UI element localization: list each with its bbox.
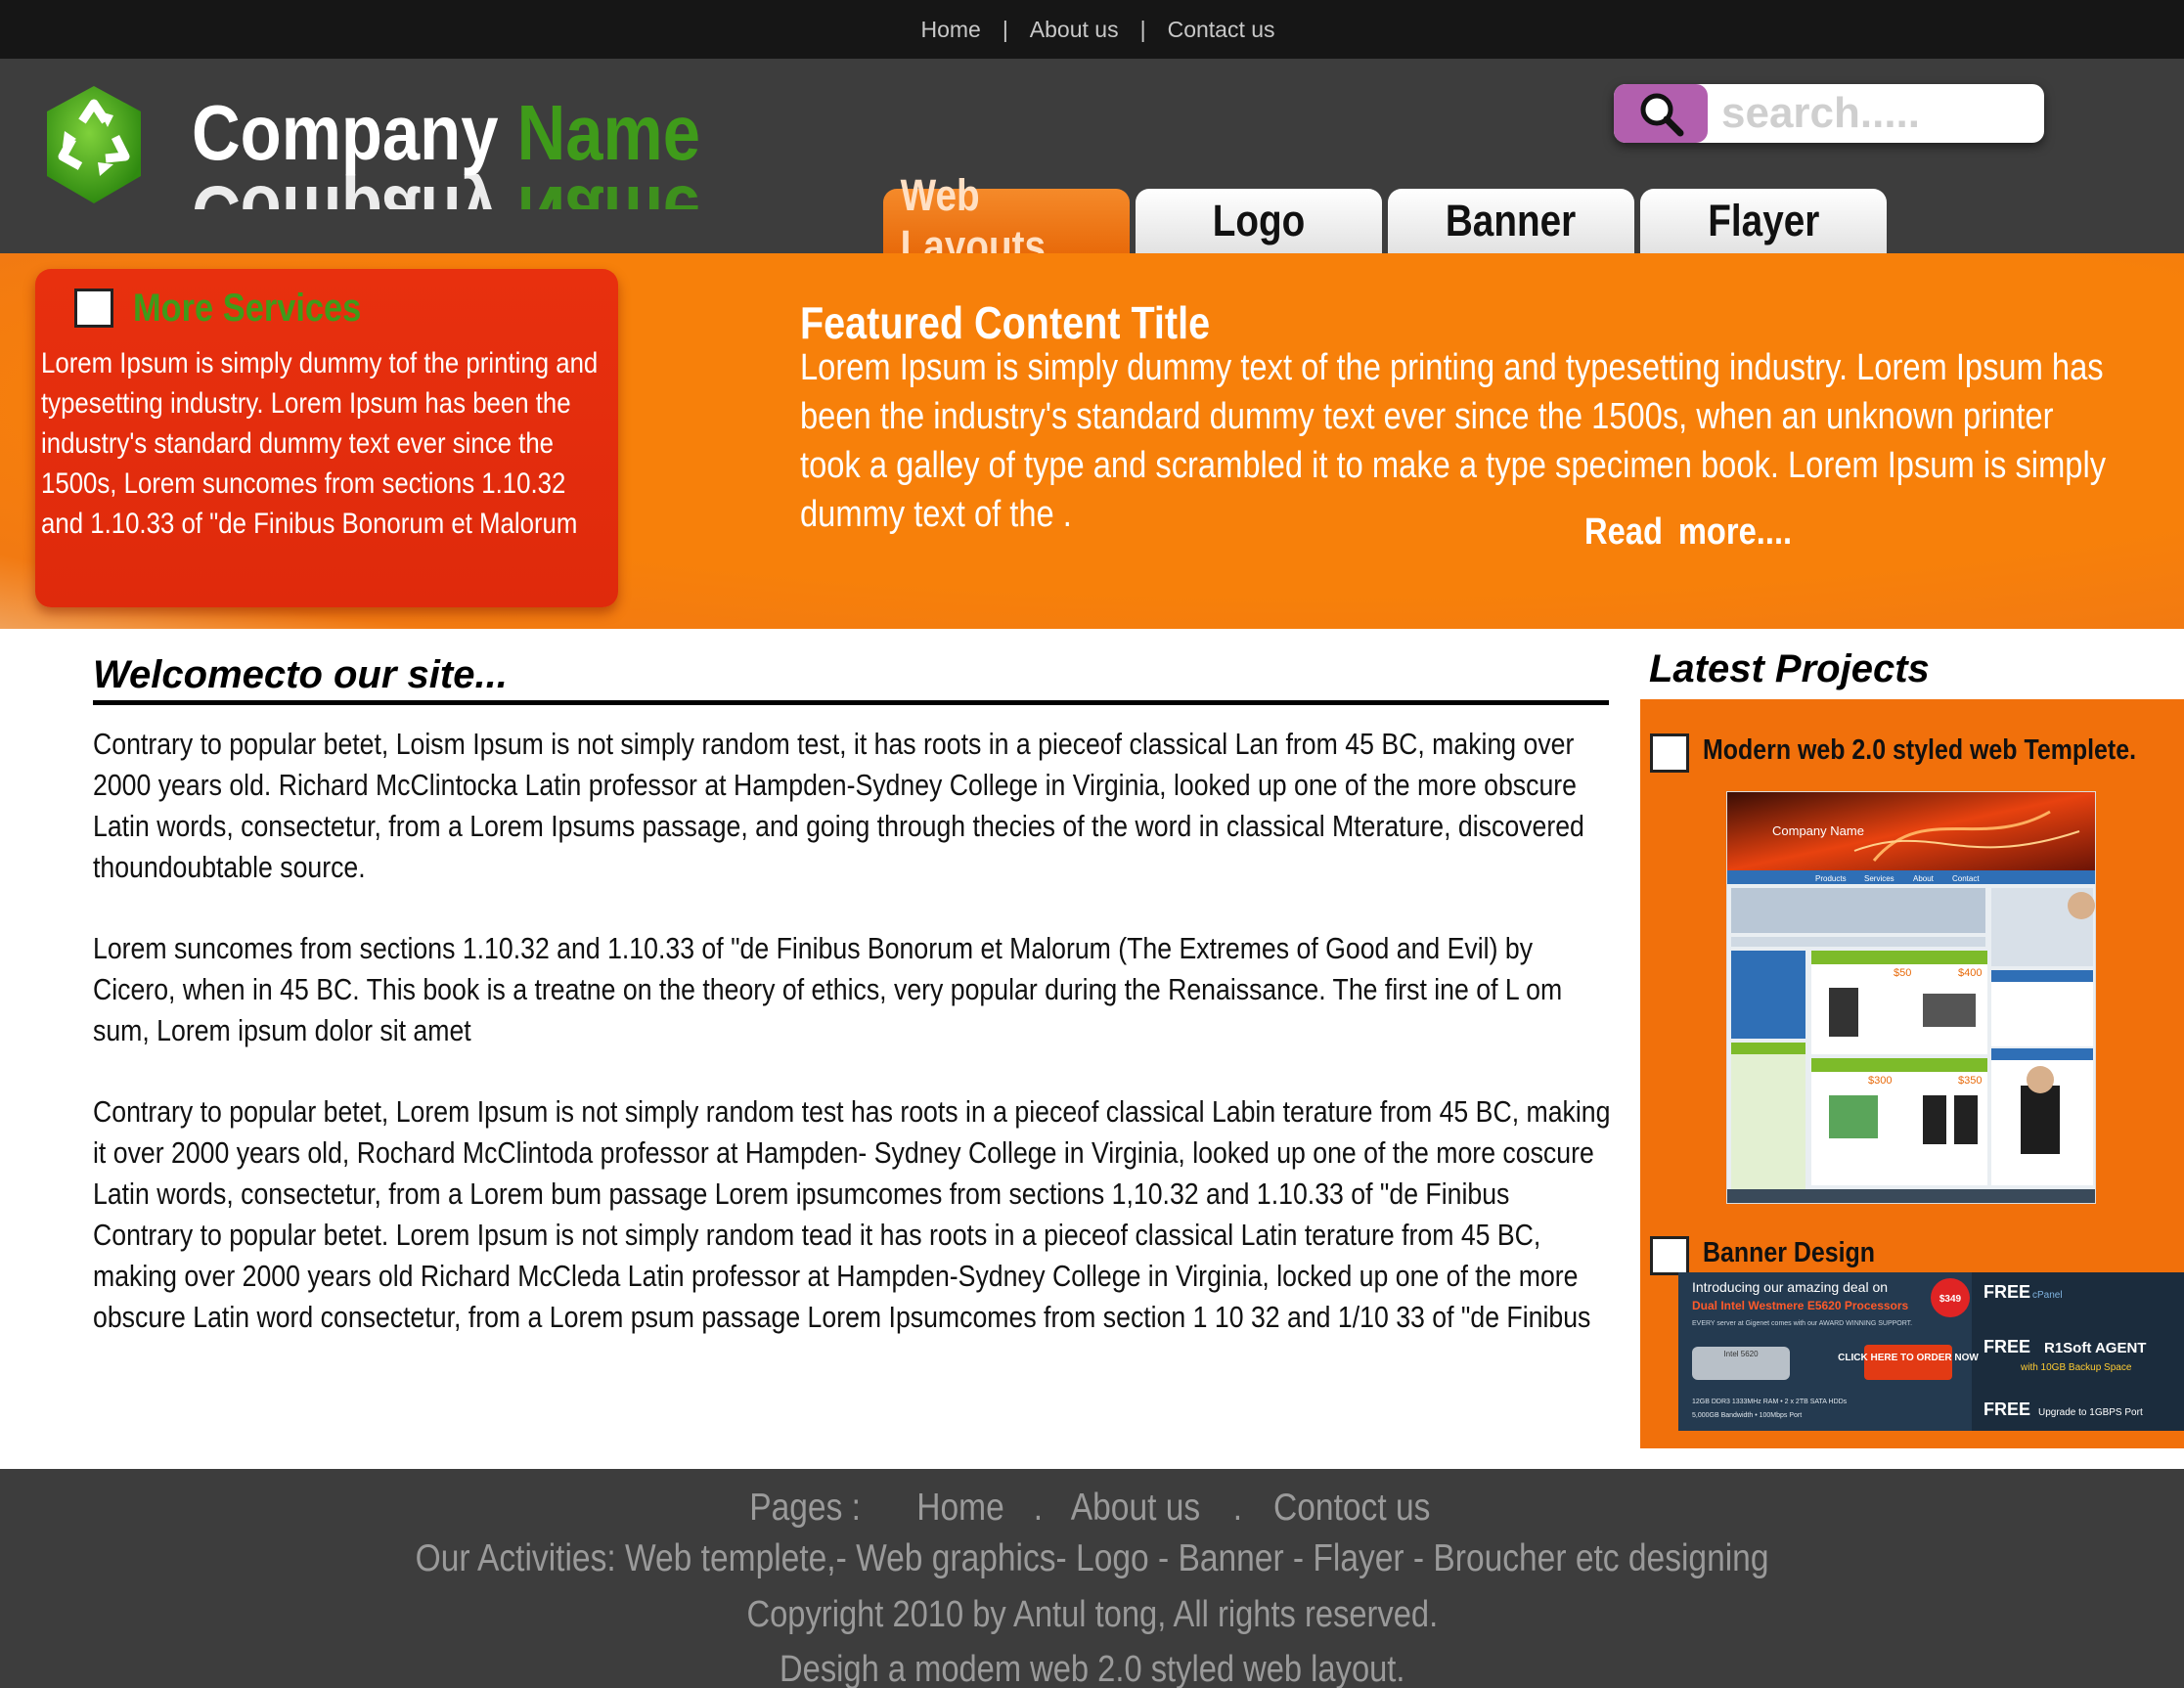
tab-label: Flayer xyxy=(1707,196,1820,245)
brand-word-name: Name xyxy=(516,89,700,176)
content-paragraph: Contrary to popular betet. Lorem Ipsum i… xyxy=(93,1218,1591,1334)
more-services-box: More Services Lorem Ipsum is simply dumm… xyxy=(35,269,618,607)
svg-text:Dual Intel Westmere E5620 Proc: Dual Intel Westmere E5620 Processors xyxy=(1692,1299,1909,1312)
top-nav-contact-link[interactable]: Contact us xyxy=(1168,17,1275,43)
heading-divider xyxy=(93,700,1609,705)
latest-projects-heading: Latest Projects xyxy=(1649,647,1930,690)
svg-text:EVERY server at Gigenet comes: EVERY server at Gigenet comes with our A… xyxy=(1692,1320,1912,1327)
svg-text:with 10GB Backup Space: with 10GB Backup Space xyxy=(2020,1362,2132,1373)
search-button[interactable] xyxy=(1614,84,1708,143)
featured-title: Featured Content Title xyxy=(800,297,1211,348)
recycle-icon[interactable] xyxy=(39,82,149,207)
project-title[interactable]: Banner Design xyxy=(1703,1237,1875,1269)
svg-text:$50: $50 xyxy=(1894,967,1911,979)
brand-reflection-company: Company xyxy=(192,174,498,209)
services-checkbox[interactable] xyxy=(74,289,113,328)
svg-text:CLICK HERE TO ORDER NOW: CLICK HERE TO ORDER NOW xyxy=(1838,1353,1979,1363)
svg-text:cPanel: cPanel xyxy=(2032,1290,2063,1301)
footer-pages-nav: Pages : Home . About us . Contoct us xyxy=(749,1487,1431,1529)
svg-text:5,000GB Bandwidth • 100Mbps Po: 5,000GB Bandwidth • 100Mbps Port xyxy=(1692,1412,1802,1419)
svg-text:FREE: FREE xyxy=(1983,1337,2030,1356)
category-tabs: Web Layouts Logo Banner Flayer xyxy=(883,170,1887,271)
svg-text:About: About xyxy=(1913,874,1935,883)
footer-contact-link[interactable]: Contoct us xyxy=(1273,1487,1430,1529)
search-box xyxy=(1614,84,2044,143)
svg-text:Intel 5620: Intel 5620 xyxy=(1723,1350,1759,1358)
top-nav-home-link[interactable]: Home xyxy=(920,17,980,43)
svg-text:R1Soft AGENT: R1Soft AGENT xyxy=(2044,1340,2146,1356)
header: Company Name Company Name Web Layouts Lo… xyxy=(0,59,2184,271)
company-name: Company Name xyxy=(192,94,700,172)
svg-text:$350: $350 xyxy=(1958,1075,1982,1087)
banner-preview-image: Introducing our amazing deal on Dual Int… xyxy=(1678,1272,2184,1431)
svg-text:Introducing our amazing deal o: Introducing our amazing deal on xyxy=(1692,1279,1888,1295)
svg-text:Services: Services xyxy=(1864,874,1894,883)
latest-projects-panel: Modern web 2.0 styled web Templete. Comp… xyxy=(1640,699,2184,1448)
tab-flayer[interactable]: Flayer xyxy=(1640,189,1887,253)
svg-text:$300: $300 xyxy=(1868,1075,1892,1087)
design-text: Desigh a modem web 2.0 styled web layout… xyxy=(779,1649,1405,1688)
project-title[interactable]: Modern web 2.0 styled web Templete. xyxy=(1703,734,2136,767)
footer-home-link[interactable]: Home xyxy=(916,1487,1003,1529)
svg-text:FREE: FREE xyxy=(1983,1399,2030,1419)
services-title: More Services xyxy=(133,287,362,330)
banner-thumbnail[interactable]: Introducing our amazing deal on Dual Int… xyxy=(1678,1272,2184,1431)
tab-banner[interactable]: Banner xyxy=(1388,189,1634,253)
svg-text:Upgrade to 1GBPS Port: Upgrade to 1GBPS Port xyxy=(2038,1407,2143,1418)
tab-web-layouts[interactable]: Web Layouts xyxy=(883,170,1130,271)
footer-design-note: Desigh a modem web 2.0 styled web layout… xyxy=(0,1649,2184,1688)
svg-text:$349: $349 xyxy=(1939,1294,1962,1305)
main-content: Contrary to popular betet, Loism Ipsum i… xyxy=(93,724,1616,1338)
svg-text:$400: $400 xyxy=(1958,967,1982,979)
tab-logo[interactable]: Logo xyxy=(1136,189,1382,253)
svg-text:Products: Products xyxy=(1815,874,1847,883)
svg-text:FREE: FREE xyxy=(1983,1282,2030,1302)
read-more-link[interactable]: Read more.... xyxy=(1584,511,1792,554)
featured-band: More Services Lorem Ipsum is simply dumm… xyxy=(0,253,2184,629)
footer-about-link[interactable]: About us xyxy=(1071,1487,1200,1529)
tab-label: Banner xyxy=(1446,196,1577,245)
thumb-brand: Company Name xyxy=(1772,823,1864,838)
company-name-reflection: Company Name xyxy=(192,174,798,209)
nav-separator: | xyxy=(1139,16,1146,42)
top-nav-about-link[interactable]: About us xyxy=(1030,17,1119,43)
svg-text:12GB DDR3 1333MHz RAM • 2 x 2T: 12GB DDR3 1333MHz RAM • 2 x 2TB SATA HDD… xyxy=(1692,1399,1848,1405)
content-paragraph: Contrary to popular betet, Lorem Ipsum i… xyxy=(93,1094,1611,1211)
footer: Pages : Home . About us . Contoct us Our… xyxy=(0,1469,2184,1688)
project-checkbox[interactable] xyxy=(1650,1236,1689,1275)
brand-word-company: Company xyxy=(192,89,499,176)
search-input[interactable] xyxy=(1721,90,2025,137)
template-preview-image: Company Name Products Services About Con… xyxy=(1727,792,2095,1203)
footer-activities: Our Activities: Web templete,- Web graph… xyxy=(0,1537,2184,1580)
magnifier-icon xyxy=(1640,93,1684,137)
brand-reflection-name: Name xyxy=(517,174,700,209)
svg-text:Contact: Contact xyxy=(1952,874,1980,883)
content-paragraph: Contrary to popular betet, Loism Ipsum i… xyxy=(93,727,1584,884)
nav-separator: | xyxy=(1002,16,1008,42)
services-text: Lorem Ipsum is simply dummy tof the prin… xyxy=(41,347,599,540)
featured-text: Lorem Ipsum is simply dummy text of the … xyxy=(800,347,2107,535)
activities-text: Our Activities: Web templete,- Web graph… xyxy=(415,1537,1769,1579)
web-template-thumbnail[interactable]: Company Name Products Services About Con… xyxy=(1726,791,2096,1204)
footer-copyright: Copyright 2010 by Antul tong, All rights… xyxy=(0,1594,2184,1636)
welcome-heading: Welcomecto our site... xyxy=(93,653,508,696)
tab-label: Logo xyxy=(1212,196,1306,245)
footer-pages-label: Pages : xyxy=(749,1487,862,1529)
top-nav: Home | About us | Contact us xyxy=(0,0,2184,59)
project-checkbox[interactable] xyxy=(1650,733,1689,773)
copyright-text: Copyright 2010 by Antul tong, All rights… xyxy=(746,1594,1438,1635)
content-paragraph: Lorem suncomes from sections 1.10.32 and… xyxy=(93,931,1563,1047)
